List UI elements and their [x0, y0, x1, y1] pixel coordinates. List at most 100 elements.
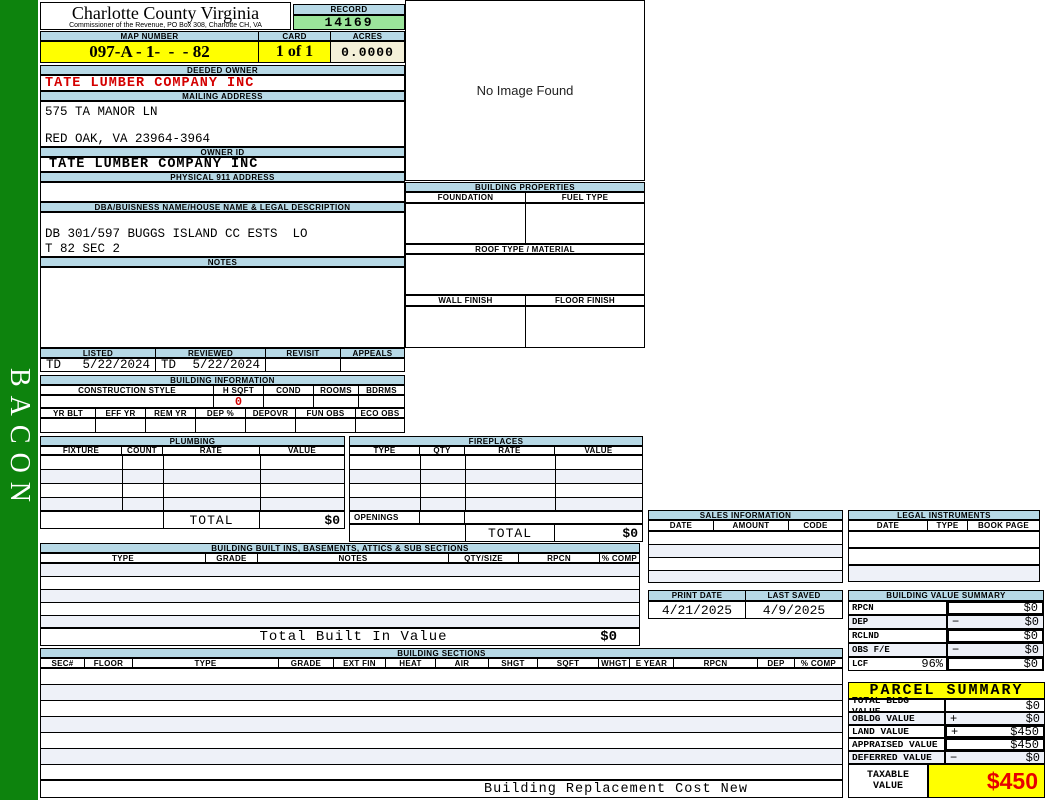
fireplaces-rows [349, 455, 643, 511]
owner-id-label: OWNER ID [40, 147, 405, 157]
appeals-label: APPEALS [352, 348, 393, 358]
parcel-summary-row: OBLDG VALUE + $0 [848, 711, 1045, 726]
vs-op: − [952, 643, 960, 657]
roof-header: ROOF TYPE / MATERIAL [405, 244, 645, 254]
ps-value: $0 [1025, 698, 1040, 713]
sales-title: SALES INFORMATION [648, 510, 843, 520]
openings-qty [420, 512, 465, 523]
bs-sqft-label: SQFT [538, 659, 599, 668]
foundation-fuel-header: FOUNDATION FUEL TYPE [405, 192, 645, 203]
map-number-value: 097-A - 1- - - 82 [41, 42, 259, 62]
deeded-owner-value: TATE LUMBER COMPANY INC [40, 75, 405, 91]
reviewed-cell: TD 5/22/2024 [156, 358, 266, 372]
fireplaces-divider [555, 456, 556, 510]
revisit-cell [266, 359, 341, 371]
parcel-summary-row: LAND VALUE + $450 [848, 725, 1045, 739]
ps-op: + [950, 711, 958, 726]
mailing-address-box: 575 TA MANOR LN RED OAK, VA 23964-3964 [40, 101, 405, 147]
acres-value: 0.0000 [331, 42, 404, 62]
bs-heat-label: HEAT [386, 659, 436, 668]
review-header-row: LISTED REVIEWED REVISIT APPEALS [40, 348, 405, 358]
wall-finish-label: WALL FINISH [406, 296, 526, 305]
record-value: 14169 [293, 15, 405, 30]
built-ins-header-row: TYPE GRADE NOTES QTY/SIZE RPCN % COMP [40, 553, 640, 563]
sidebar-district-label: BACON [4, 368, 35, 512]
county-title: Charlotte County Virginia [71, 3, 260, 23]
taxable-value-amount: $450 [928, 764, 1045, 798]
legal-header-row: DATE TYPE BOOK PAGE [848, 520, 1040, 531]
vs-op: − [952, 615, 960, 629]
construction-style-label: CONSTRUCTION STYLE [41, 386, 214, 395]
title-box: Charlotte County Virginia Commissioner o… [40, 2, 291, 30]
cond-value [264, 396, 314, 407]
bs-sec-label: SEC# [41, 659, 85, 668]
bs-dep-label: DEP [758, 659, 795, 668]
plumbing-divider [122, 456, 123, 510]
sales-code-label: CODE [803, 521, 828, 530]
building-info-title: BUILDING INFORMATION [40, 375, 405, 385]
wall-floor-divider [525, 307, 526, 347]
foundation-fuel-divider [525, 204, 526, 243]
plumbing-header-row: FIXTURE COUNT RATE VALUE [40, 446, 345, 455]
listed-date: 5/22/2024 [82, 358, 150, 372]
plumbing-total-label: TOTAL [163, 512, 260, 528]
effyr-label: EFF YR [96, 409, 146, 418]
plumbing-rows [40, 455, 345, 511]
listed-by: TD [46, 358, 62, 372]
bi-type-label: TYPE [41, 554, 206, 563]
legal-line2: T 82 SEC 2 [45, 242, 121, 256]
funobs-label: FUN OBS [296, 409, 356, 418]
physical-address-label: PHYSICAL 911 ADDRESS [40, 172, 405, 182]
print-header-row: PRINT DATE LAST SAVED [648, 590, 843, 601]
fireplaces-divider [420, 456, 421, 510]
legal-row [848, 548, 1040, 565]
mailing-line2: RED OAK, VA 23964-3964 [45, 132, 211, 146]
bs-whgt-label: WHGT [599, 659, 630, 668]
plumbing-title: PLUMBING [40, 436, 345, 446]
bs-air-label: AIR [436, 659, 489, 668]
building-sections-title: BUILDING SECTIONS [40, 648, 843, 658]
fp-rate-label: RATE [465, 446, 555, 455]
card-label: CARD [259, 32, 331, 41]
building-sections-rows [40, 668, 843, 780]
vs-pct: 96% [921, 657, 943, 671]
foundation-fuel-box [405, 203, 645, 244]
bi-rpcn-label: RPCN [519, 554, 600, 563]
record-label: RECORD [293, 4, 405, 15]
openings-rest [465, 512, 642, 523]
ps-value: $0 [1025, 711, 1040, 726]
building-info-values1: 0 [40, 395, 405, 409]
fixture-label: FIXTURE [41, 446, 122, 455]
vs-value: $0 [1024, 615, 1039, 629]
vs-value: $0 [1023, 629, 1038, 643]
built-ins-total-value: $0 [600, 629, 617, 645]
vs-value: $0 [1023, 657, 1038, 671]
hsqft-value: 0 [214, 395, 264, 409]
legal-line1: DB 301/597 BUGGS ISLAND CC ESTS LO [45, 227, 308, 241]
count-label: COUNT [122, 446, 163, 455]
remyr-label: REM YR [146, 409, 196, 418]
legal-row [848, 565, 1040, 582]
print-value-row: 4/21/2025 4/9/2025 [648, 601, 843, 619]
plumbing-divider [260, 456, 261, 510]
bdrms-value [359, 396, 404, 407]
fuel-type-label: FUEL TYPE [561, 193, 609, 202]
yrblt-label: YR BLT [41, 409, 96, 418]
cond-label: COND [264, 386, 314, 395]
building-value-summary-title: BUILDING VALUE SUMMARY [848, 590, 1044, 601]
built-ins-rows [40, 563, 640, 628]
floor-finish-label: FLOOR FINISH [554, 296, 616, 305]
value-summary-row: LCF 96% $0 [848, 657, 1044, 671]
fireplaces-title: FIREPLACES [349, 436, 643, 446]
foundation-label: FOUNDATION [406, 193, 526, 202]
notes-box [40, 267, 405, 348]
owner-id-value: TATE LUMBER COMPANY INC [40, 157, 405, 172]
bs-floor-label: FLOOR [85, 659, 133, 668]
bs-type-label: TYPE [133, 659, 279, 668]
sales-date-label: DATE [649, 521, 714, 530]
ps-label: LAND VALUE [852, 726, 910, 737]
ps-label: DEFERRED VALUE [852, 752, 932, 763]
no-image-text: No Image Found [476, 83, 574, 98]
reviewed-date: 5/22/2024 [192, 358, 260, 372]
ecoobs-value [356, 419, 404, 432]
